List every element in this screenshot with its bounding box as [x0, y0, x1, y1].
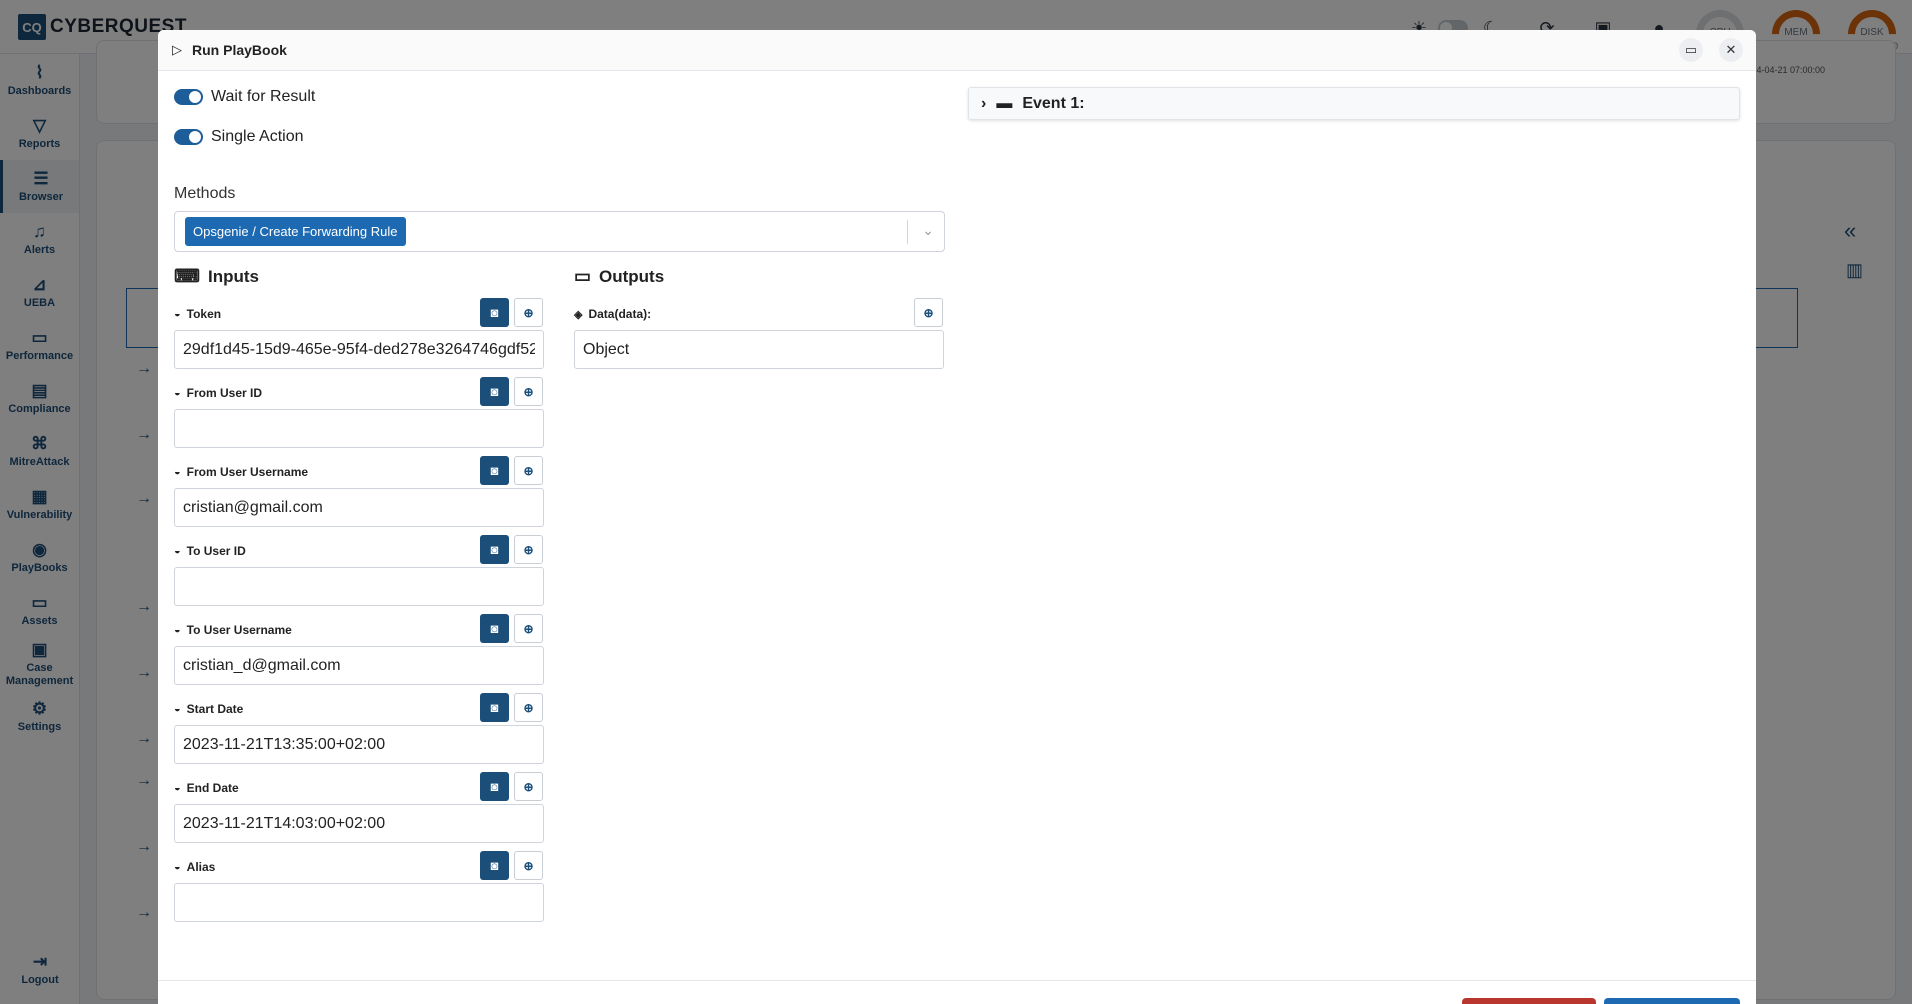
snapshot-button[interactable]: ◙ [480, 693, 509, 722]
field-label-from-user-username: ◒ From User Username [174, 465, 308, 479]
snapshot-button[interactable]: ◙ [480, 377, 509, 406]
single-action-switch[interactable] [174, 129, 203, 145]
variable-button[interactable]: ⊕ [514, 456, 543, 485]
field-type-icon: ◒ [174, 466, 181, 478]
field-type-icon: ◒ [174, 387, 181, 399]
field-type-icon: ◒ [174, 624, 181, 636]
field-label-text: From User Username [186, 465, 309, 479]
event-label: Event 1: [1022, 94, 1085, 112]
variable-button[interactable]: ⊕ [914, 298, 943, 327]
field-label-to-user-id: ◒ To User ID [174, 544, 246, 558]
start-date-input[interactable] [174, 725, 544, 764]
modal-footer-divider [158, 980, 1756, 981]
field-label-text: To User Username [186, 623, 292, 637]
field-label-start-date: ◒ Start Date [174, 702, 243, 716]
event-panel[interactable]: › ▬ Event 1: [968, 87, 1740, 120]
wait-for-result-switch[interactable] [174, 89, 203, 105]
maximize-button[interactable]: ▭ [1679, 38, 1703, 62]
variable-button[interactable]: ⊕ [514, 772, 543, 801]
play-icon: ▷ [172, 42, 182, 57]
close-button[interactable]: ✕ [1719, 38, 1743, 62]
field-label-output-data: ◈ Data(data): [574, 307, 651, 321]
chevron-down-icon[interactable]: ⌄ [922, 222, 934, 239]
modal-title: Run PlayBook [192, 42, 287, 58]
single-action-toggle-row: Single Action [174, 128, 304, 146]
methods-label: Methods [174, 185, 236, 202]
monitor-icon: ▭ [574, 266, 592, 286]
cancel-button[interactable] [1462, 998, 1596, 1004]
variable-button[interactable]: ⊕ [514, 851, 543, 880]
field-label-to-user-username: ◒ To User Username [174, 623, 292, 637]
cube-icon: ◈ [574, 308, 583, 321]
field-label-from-user-id: ◒ From User ID [174, 386, 262, 400]
to-user-id-input[interactable] [174, 567, 544, 606]
snapshot-button[interactable]: ◙ [480, 298, 509, 327]
inputs-title: Inputs [207, 266, 259, 286]
run-playbook-modal: ▷ Run PlayBook ▭ ✕ Wait for Result Singl… [158, 30, 1756, 1004]
snapshot-button[interactable]: ◙ [480, 851, 509, 880]
keyboard-icon: ⌨ [174, 266, 200, 286]
field-label-token: ◒ Token [174, 307, 221, 321]
method-chip[interactable]: Opsgenie / Create Forwarding Rule [185, 217, 406, 246]
variable-button[interactable]: ⊕ [514, 535, 543, 564]
methods-select[interactable]: Opsgenie / Create Forwarding Rule ⌄ [174, 211, 945, 252]
field-label-text: Alias [186, 860, 216, 874]
inputs-heading: ⌨ Inputs [174, 266, 259, 287]
snapshot-button[interactable]: ◙ [480, 456, 509, 485]
wait-for-result-toggle-row: Wait for Result [174, 88, 315, 106]
field-label-end-date: ◒ End Date [174, 781, 239, 795]
field-label-text: Start Date [186, 702, 244, 716]
field-type-icon: ◒ [174, 308, 181, 320]
field-label-text: Data(data): [588, 307, 652, 321]
wait-for-result-label: Wait for Result [211, 88, 316, 105]
snapshot-button[interactable]: ◙ [480, 614, 509, 643]
field-label-text: From User ID [186, 386, 263, 400]
from-user-username-input[interactable] [174, 488, 544, 527]
from-user-id-input[interactable] [174, 409, 544, 448]
outputs-title: Outputs [599, 266, 665, 286]
to-user-username-input[interactable] [174, 646, 544, 685]
outputs-heading: ▭ Outputs [574, 266, 664, 287]
field-label-text: To User ID [186, 544, 246, 558]
field-label-text: End Date [186, 781, 239, 795]
field-type-icon: ◒ [174, 703, 181, 715]
field-label-text: Token [186, 307, 222, 321]
chevron-right-icon[interactable]: › [981, 95, 986, 113]
single-action-label: Single Action [211, 128, 304, 145]
snapshot-button[interactable]: ◙ [480, 772, 509, 801]
alias-input[interactable] [174, 883, 544, 922]
modal-header: ▷ Run PlayBook [158, 30, 1756, 71]
folder-icon: ▬ [996, 94, 1013, 112]
snapshot-button[interactable]: ◙ [480, 535, 509, 564]
variable-button[interactable]: ⊕ [514, 298, 543, 327]
select-separator [907, 220, 908, 244]
token-input[interactable] [174, 330, 544, 369]
run-button[interactable] [1604, 998, 1740, 1004]
end-date-input[interactable] [174, 804, 544, 843]
field-type-icon: ◒ [174, 861, 181, 873]
field-label-alias: ◒ Alias [174, 860, 215, 874]
field-type-icon: ◒ [174, 545, 181, 557]
field-type-icon: ◒ [174, 782, 181, 794]
variable-button[interactable]: ⊕ [514, 377, 543, 406]
variable-button[interactable]: ⊕ [514, 614, 543, 643]
variable-button[interactable]: ⊕ [514, 693, 543, 722]
output-data-input[interactable] [574, 330, 944, 369]
